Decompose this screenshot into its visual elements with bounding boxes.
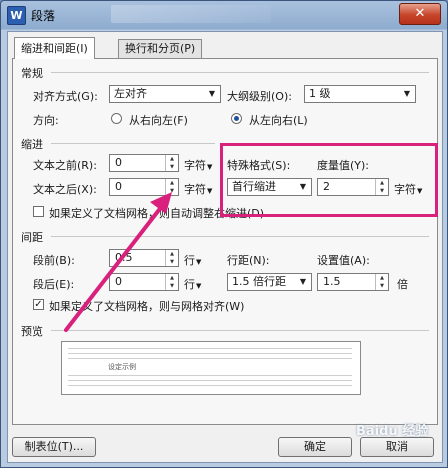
annotation-arrow-shaft: [64, 204, 164, 332]
annotation-arrow: [64, 192, 172, 332]
tab-indent-spacing[interactable]: 缩进和间距(I): [14, 37, 95, 59]
annotation-arrow-head: [150, 192, 172, 214]
baidu-watermark: Baidu 经验: [356, 424, 429, 439]
